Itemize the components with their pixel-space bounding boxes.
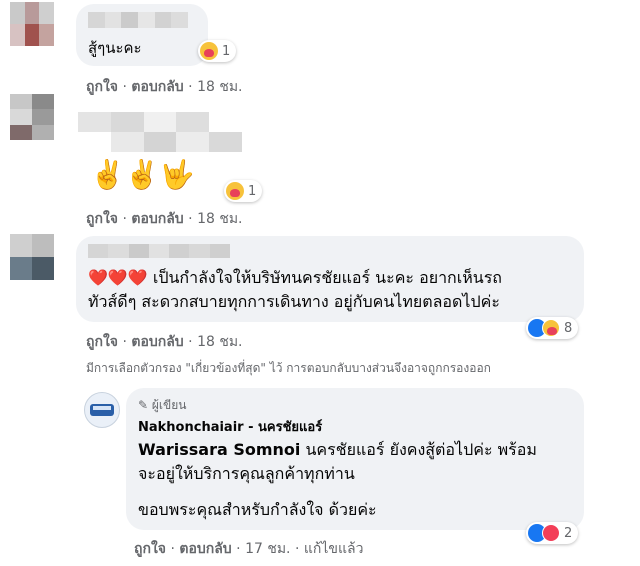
avatar[interactable]	[10, 234, 54, 280]
care-reaction-icon	[226, 182, 244, 200]
avatar[interactable]	[10, 94, 54, 140]
page-name[interactable]: Nakhonchaiair - นครชัยแอร์	[138, 416, 322, 437]
reply-text-line-3: ขอบพระคุณสำหรับกำลังใจ ด้วยค่ะ	[138, 500, 377, 519]
like-link[interactable]: ถูกใจ	[134, 541, 166, 557]
reply-link[interactable]: ตอบกลับ	[179, 541, 231, 557]
timestamp[interactable]: 18 ชม.	[197, 211, 242, 227]
care-reaction-icon	[200, 42, 218, 60]
comment-actions: ถูกใจ · ตอบกลับ · 18 ชม.	[86, 334, 243, 350]
reply-bubble: ✎ ผู้เขียน Nakhonchaiair - นครชัยแอร์ Wa…	[126, 388, 584, 530]
comment-text-line-2: ทัวส์ดีๆ สะดวกสบายทุกการเดินทาง อยู่กับค…	[88, 292, 500, 311]
reply-text-line-2: จะอยู่ให้บริการคุณลูกค้าทุกท่าน	[138, 464, 355, 483]
like-link[interactable]: ถูกใจ	[86, 334, 118, 350]
timestamp[interactable]: 18 ชม.	[197, 334, 242, 350]
pencil-icon: ✎	[138, 398, 152, 412]
reply-text-line-1: Warissara Somnoi นครชัยแอร์ ยังคงสู้ต่อไ…	[138, 440, 537, 459]
reaction-summary[interactable]: 8	[526, 317, 579, 339]
timestamp[interactable]: 17 ชม.	[245, 541, 290, 557]
blurred-commenter-name[interactable]	[88, 12, 188, 28]
reply-link[interactable]: ตอบกลับ	[131, 334, 183, 350]
blurred-commenter-name[interactable]	[78, 112, 242, 152]
like-link[interactable]: ถูกใจ	[86, 211, 118, 227]
author-badge: ✎ ผู้เขียน	[138, 398, 187, 412]
comment-text: สู้ๆนะคะ	[88, 39, 142, 57]
comment-bubble: ❤️❤️❤️ เป็นกำลังใจให้บริษัทนครชัยแอร์ นะ…	[76, 236, 584, 322]
care-reaction-icon	[542, 319, 560, 337]
page-avatar[interactable]	[84, 392, 120, 428]
filter-notice: มีการเลือกตัวกรอง "เกี่ยวข้องที่สุด" ไว้…	[86, 361, 491, 375]
reply-actions: ถูกใจ · ตอบกลับ · 17 ชม. · แก้ไขแล้ว	[134, 541, 364, 557]
emoji-comment: ✌️✌️🤟	[90, 158, 195, 191]
love-reaction-icon	[542, 524, 560, 542]
reaction-summary[interactable]: 2	[526, 522, 579, 544]
bus-window-icon	[93, 406, 111, 410]
blurred-commenter-name[interactable]	[88, 244, 230, 258]
comment-text-line-1: ❤️❤️❤️ เป็นกำลังใจให้บริษัทนครชัยแอร์ นะ…	[88, 268, 502, 287]
edited-label[interactable]: แก้ไขแล้ว	[304, 541, 364, 557]
comment-actions: ถูกใจ · ตอบกลับ · 18 ชม.	[86, 211, 243, 227]
tagged-user-link[interactable]: Warissara Somnoi	[138, 440, 300, 459]
comment-bubble: สู้ๆนะคะ	[76, 4, 208, 66]
reply-link[interactable]: ตอบกลับ	[131, 79, 183, 95]
reply-link[interactable]: ตอบกลับ	[131, 211, 183, 227]
avatar[interactable]	[10, 2, 54, 46]
reaction-summary[interactable]: 1	[198, 40, 237, 62]
comment-actions: ถูกใจ · ตอบกลับ · 18 ชม.	[86, 79, 243, 95]
like-link[interactable]: ถูกใจ	[86, 79, 118, 95]
timestamp[interactable]: 18 ชม.	[197, 79, 242, 95]
reaction-summary[interactable]: 1	[224, 180, 263, 202]
